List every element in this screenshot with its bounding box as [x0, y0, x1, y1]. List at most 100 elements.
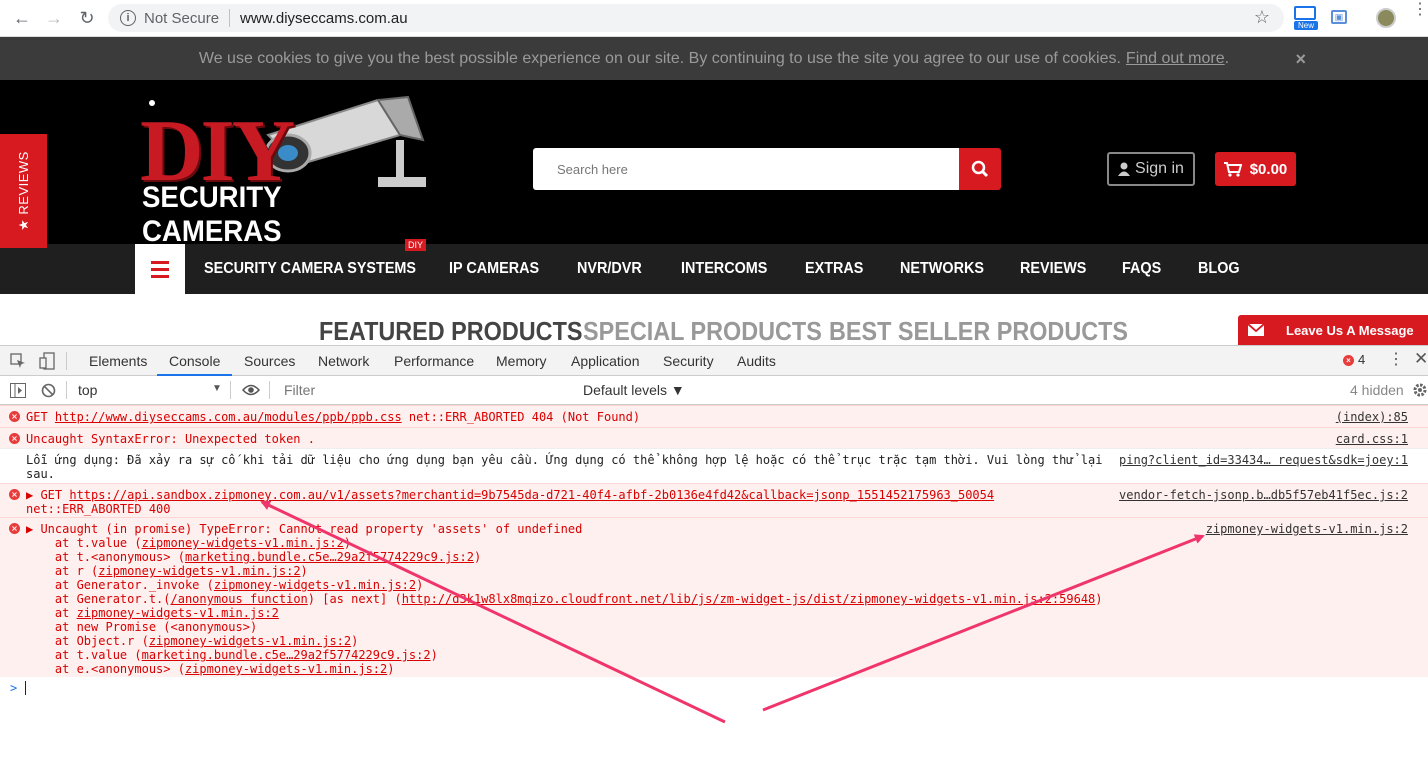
cookie-find-out-more-link[interactable]: Find out more — [1126, 50, 1225, 68]
search-button[interactable] — [959, 148, 1001, 190]
search-input[interactable] — [533, 148, 959, 190]
cookie-close-icon[interactable]: × — [1295, 49, 1306, 70]
eye-icon[interactable] — [242, 384, 260, 396]
stack-text: at t.value ( — [26, 536, 142, 550]
log-levels-select[interactable]: Default levels ▼ — [583, 382, 685, 398]
tab-featured-products[interactable]: FEATURED PRODUCTS — [319, 316, 582, 347]
devtools-tabbar: Elements Console Sources Network Perform… — [0, 345, 1428, 376]
stack-link[interactable]: zipmoney-widgets-v1.min.js:2 — [142, 536, 344, 550]
stack-link[interactable]: zipmoney-widgets-v1.min.js:2 — [149, 634, 351, 648]
nav-ip-cameras[interactable]: IP CAMERAS — [449, 244, 539, 294]
stack-link[interactable]: http://d3k1w8lx8mqizo.cloudfront.net/lib… — [402, 592, 1096, 606]
info-icon[interactable]: i — [120, 10, 136, 26]
nav-networks[interactable]: NETWORKS — [900, 244, 984, 294]
tab-best-seller-products[interactable]: BEST SELLER PRODUCTS — [829, 316, 1128, 347]
message-post: net::ERR_ABORTED 404 (Not Found) — [401, 410, 641, 424]
stack-link[interactable]: zipmoney-widgets-v1.min.js:2 — [98, 564, 300, 578]
divider — [269, 381, 270, 399]
extension-badge: New — [1294, 21, 1318, 30]
source-link[interactable]: (index):85 — [1336, 410, 1408, 424]
sidebar-toggle-icon[interactable] — [10, 383, 26, 398]
browser-toolbar: ← → ↻ i Not Secure www.diyseccams.com.au… — [0, 0, 1428, 37]
chevron-down-icon[interactable]: ▼ — [212, 383, 222, 394]
message-text: Lỗi ứng dụng: Đã xảy ra sự cố khi tải dữ… — [26, 453, 1103, 467]
menu-kebab-icon[interactable]: ⋮ — [1412, 2, 1428, 18]
stack-link[interactable]: marketing.bundle.c5e…29a2f5774229c9.js:2 — [142, 648, 431, 662]
message-url-link[interactable]: http://www.diyseccams.com.au/modules/ppb… — [55, 410, 402, 424]
message-url-link[interactable]: https://api.sandbox.zipmoney.com.au/v1/a… — [69, 488, 994, 502]
expand-caret-text[interactable]: ▶ GET — [26, 488, 69, 502]
bookmark-star-icon[interactable]: ☆ — [1254, 7, 1270, 28]
stack-text: ) — [430, 648, 438, 662]
menu-hamburger-icon[interactable] — [135, 244, 185, 294]
extension-new-icon[interactable]: New — [1294, 6, 1318, 32]
device-toolbar-icon[interactable] — [39, 352, 55, 370]
stack-link[interactable]: zipmoney-widgets-v1.min.js:2 — [185, 662, 387, 676]
stack-frame: at t.value (marketing.bundle.c5e…29a2f57… — [26, 648, 438, 662]
source-link[interactable]: vendor-fetch-jsonp.b…db5f57eb41f5ec.js:2 — [1119, 488, 1408, 502]
stack-frame: at zipmoney-widgets-v1.min.js:2 — [26, 606, 279, 620]
tab-elements[interactable]: Elements — [89, 346, 147, 376]
nav-intercoms[interactable]: INTERCOMS — [681, 244, 767, 294]
tab-performance[interactable]: Performance — [394, 346, 474, 376]
stack-link[interactable]: marketing.bundle.c5e…29a2f5774229c9.js:2 — [185, 550, 474, 564]
tab-network[interactable]: Network — [318, 346, 369, 376]
error-count-icon: × — [1343, 355, 1354, 366]
console-input[interactable] — [25, 681, 26, 695]
message-text[interactable]: ▶ Uncaught (in promise) TypeError: Canno… — [26, 522, 582, 536]
stack-text: ) — [1095, 592, 1103, 606]
nav-faqs[interactable]: FAQS — [1122, 244, 1161, 294]
url-text: www.diyseccams.com.au — [240, 9, 408, 27]
inspect-element-icon[interactable] — [10, 353, 26, 369]
reload-icon[interactable]: ↻ — [76, 7, 98, 29]
tab-special-products[interactable]: SPECIAL PRODUCTS — [583, 316, 822, 347]
error-count[interactable]: 4 — [1358, 352, 1365, 367]
address-bar[interactable]: i Not Secure www.diyseccams.com.au ☆ — [108, 4, 1284, 32]
source-link[interactable]: ping?client_id=33434… request&sdk=joey:1 — [1119, 453, 1408, 467]
stack-link[interactable]: zipmoney-widgets-v1.min.js:2 — [77, 606, 279, 620]
back-icon[interactable]: ← — [11, 7, 33, 29]
hidden-count: 4 hidden — [1350, 382, 1404, 398]
clear-console-icon[interactable] — [41, 383, 56, 398]
devtools-menu-icon[interactable]: ⋮ — [1388, 349, 1404, 369]
nav-nvr-dvr[interactable]: NVR/DVR — [577, 244, 642, 294]
cart-button[interactable]: $0.00 — [1215, 152, 1296, 186]
filter-input[interactable] — [276, 378, 574, 402]
reviews-side-tab[interactable]: ★ REVIEWS — [0, 134, 47, 248]
stack-text: ) — [416, 578, 424, 592]
nav-security-camera-systems[interactable]: SECURITY CAMERA SYSTEMS — [204, 244, 416, 294]
console-message-log: Lỗi ứng dụng: Đã xảy ra sự cố khi tải dữ… — [0, 448, 1428, 483]
tab-security[interactable]: Security — [663, 346, 714, 376]
sign-in-button[interactable]: Sign in — [1107, 152, 1195, 186]
extension-icon[interactable]: ▣ — [1331, 10, 1347, 24]
cookie-trail: . — [1224, 49, 1230, 67]
stack-frame: at Generator.t.(/anonymous function) [as… — [26, 592, 1103, 606]
gear-icon[interactable] — [1412, 382, 1428, 398]
nav-blog[interactable]: BLOG — [1198, 244, 1240, 294]
nav-extras[interactable]: EXTRAS — [805, 244, 863, 294]
message-text-wrap: sau. — [26, 467, 55, 481]
leave-message-button[interactable]: Leave Us A Message — [1238, 315, 1428, 345]
source-link[interactable]: card.css:1 — [1336, 432, 1408, 446]
cart-icon — [1223, 161, 1242, 177]
close-devtools-icon[interactable]: ✕ — [1414, 349, 1428, 369]
forward-icon[interactable]: → — [43, 7, 65, 29]
avatar[interactable] — [1376, 8, 1396, 28]
tab-audits[interactable]: Audits — [737, 346, 776, 376]
stack-frame: at t.<anonymous> (marketing.bundle.c5e…2… — [26, 550, 481, 564]
divider — [66, 381, 67, 399]
stack-link[interactable]: /anonymous function — [171, 592, 308, 606]
message-text[interactable]: ▶ GET https://api.sandbox.zipmoney.com.a… — [26, 488, 994, 502]
tab-application[interactable]: Application — [571, 346, 640, 376]
tab-sources[interactable]: Sources — [244, 346, 295, 376]
source-link[interactable]: zipmoney-widgets-v1.min.js:2 — [1206, 522, 1408, 536]
stack-text: at — [26, 606, 77, 620]
nav-reviews[interactable]: REVIEWS — [1020, 244, 1086, 294]
tab-console[interactable]: Console — [157, 346, 233, 376]
context-select[interactable]: top — [78, 382, 97, 398]
stack-link[interactable]: zipmoney-widgets-v1.min.js:2 — [214, 578, 416, 592]
stack-text: at e.<anonymous> ( — [26, 662, 185, 676]
tab-memory[interactable]: Memory — [496, 346, 547, 376]
console-message-error: × Uncaught SyntaxError: Unexpected token… — [0, 427, 1428, 448]
site-logo[interactable]: DIY SECURITY CAMERAS — [138, 95, 428, 248]
